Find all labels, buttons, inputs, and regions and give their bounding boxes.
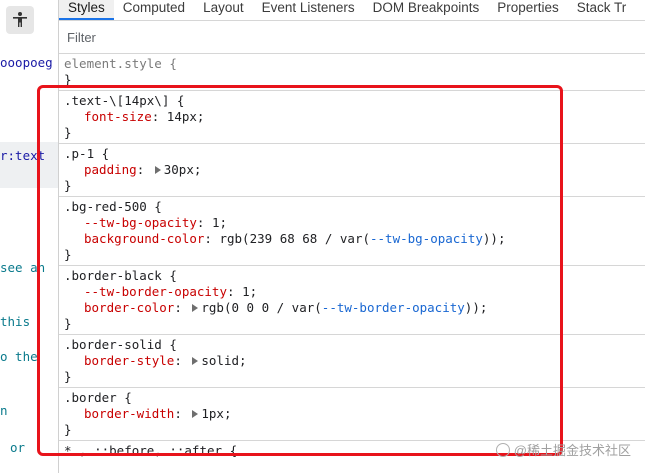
watermark: @稀土掘金技术社区 <box>495 440 631 459</box>
elements-tree-fragment: ooopoeg r:text see an this o the n or <box>0 0 58 473</box>
watermark-text: @稀土掘金技术社区 <box>513 443 631 458</box>
rule-close: } <box>64 369 72 384</box>
rule-selector[interactable]: .border { <box>64 390 645 406</box>
property-name[interactable]: --tw-border-opacity <box>84 284 227 299</box>
dom-fragment-1[interactable]: r:text <box>0 148 45 163</box>
rule-close: } <box>64 178 72 193</box>
property-name[interactable]: border-style <box>84 353 174 368</box>
rule-selector[interactable]: .text-\[14px\] { <box>64 93 645 109</box>
declaration[interactable]: border-width: 1px; <box>64 406 645 422</box>
tab-stack-trace[interactable]: Stack Tr <box>568 0 636 16</box>
rule-close: } <box>64 422 72 437</box>
style-rule: .border-solid {border-style: solid;} <box>59 335 645 388</box>
declaration[interactable]: padding: 30px; <box>64 162 645 178</box>
style-rule: .p-1 {padding: 30px;} <box>59 144 645 197</box>
rule-selector[interactable]: element.style { <box>64 56 645 72</box>
declaration[interactable]: --tw-bg-opacity: 1; <box>64 215 645 231</box>
rule-close: } <box>64 247 72 262</box>
property-name[interactable]: border-color <box>84 300 174 315</box>
tab-layout[interactable]: Layout <box>194 0 253 16</box>
property-value[interactable]: 1 <box>242 284 250 299</box>
declaration[interactable]: border-color: rgb(0 0 0 / var(--tw-borde… <box>64 300 645 316</box>
rule-selector[interactable]: .p-1 { <box>64 146 645 162</box>
style-rule: .border {border-width: 1px;} <box>59 388 645 441</box>
rule-close: } <box>64 125 72 140</box>
declaration[interactable]: border-style: solid; <box>64 353 645 369</box>
tab-dom-breakpoints[interactable]: DOM Breakpoints <box>364 0 489 16</box>
element-style-rule: element.style { } <box>59 54 645 91</box>
css-variable-link[interactable]: --tw-bg-opacity <box>370 231 483 246</box>
property-name[interactable]: font-size <box>84 109 152 124</box>
dom-fragment-6[interactable]: or <box>10 440 25 455</box>
watermark-logo-icon <box>495 442 510 457</box>
style-rule: .text-\[14px\] {font-size: 14px;} <box>59 91 645 144</box>
property-value-suffix: )); <box>464 300 488 315</box>
property-value[interactable]: 30px <box>164 162 194 177</box>
style-rule: .border-black {--tw-border-opacity: 1; bo… <box>59 266 645 335</box>
tab-event-listeners[interactable]: Event Listeners <box>253 0 364 16</box>
tab-computed[interactable]: Computed <box>114 0 194 16</box>
property-name[interactable]: border-width <box>84 406 174 421</box>
rules-list: .text-\[14px\] {font-size: 14px;} .p-1 {p… <box>59 91 645 441</box>
style-rule: .bg-red-500 {--tw-bg-opacity: 1; backgrou… <box>59 197 645 266</box>
declaration[interactable]: background-color: rgb(239 68 68 / var(--… <box>64 231 645 247</box>
declaration[interactable]: font-size: 14px; <box>64 109 645 125</box>
rule-close: } <box>64 316 72 331</box>
dom-fragment-3[interactable]: this <box>0 314 30 329</box>
devtools-subtabs: Styles Computed Layout Event Listeners D… <box>59 0 645 21</box>
property-value[interactable]: rgb(239 68 68 / var( <box>219 231 370 246</box>
property-value[interactable]: 1px <box>201 406 224 421</box>
dom-fragment-5[interactable]: n <box>0 403 8 418</box>
tab-styles[interactable]: Styles <box>59 0 114 20</box>
dom-fragment-4[interactable]: o the <box>0 349 38 364</box>
declaration[interactable]: --tw-border-opacity: 1; <box>64 284 645 300</box>
filter-input[interactable]: Filter <box>59 21 645 54</box>
styles-panel: Styles Computed Layout Event Listeners D… <box>58 0 645 473</box>
dom-fragment-2[interactable]: see an <box>0 260 45 275</box>
expand-triangle-icon[interactable] <box>154 166 161 174</box>
property-name[interactable]: padding <box>84 162 137 177</box>
dom-fragment-0[interactable]: ooopoeg <box>0 55 53 70</box>
property-value[interactable]: solid <box>201 353 239 368</box>
property-value[interactable]: 1 <box>212 215 220 230</box>
expand-triangle-icon[interactable] <box>192 357 199 365</box>
rule-selector[interactable]: .border-solid { <box>64 337 645 353</box>
expand-triangle-icon[interactable] <box>192 304 199 312</box>
tab-properties[interactable]: Properties <box>488 0 568 16</box>
css-variable-link[interactable]: --tw-border-opacity <box>322 300 465 315</box>
property-value-suffix: )); <box>482 231 506 246</box>
property-value[interactable]: rgb(0 0 0 / var( <box>201 300 321 315</box>
expand-triangle-icon[interactable] <box>192 410 199 418</box>
property-name[interactable]: background-color <box>84 231 204 246</box>
accessibility-icon[interactable] <box>6 6 34 34</box>
property-name[interactable]: --tw-bg-opacity <box>84 215 197 230</box>
rule-close: } <box>64 72 72 87</box>
property-value[interactable]: 14px <box>167 109 197 124</box>
rule-selector[interactable]: .bg-red-500 { <box>64 199 645 215</box>
rule-selector[interactable]: .border-black { <box>64 268 645 284</box>
